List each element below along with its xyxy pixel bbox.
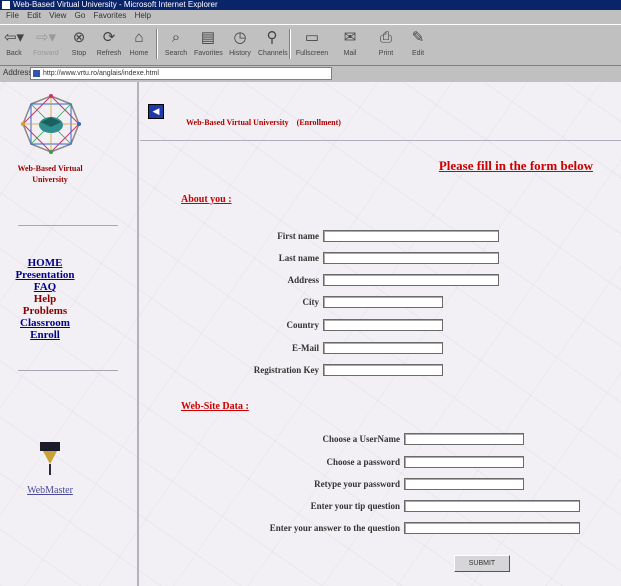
stop-icon: ⊗ — [72, 29, 86, 46]
edit-button[interactable]: ✎ Edit — [404, 28, 432, 57]
first-name-input[interactable] — [323, 230, 499, 242]
tip-question-label: Enter your tip question — [310, 501, 400, 511]
channels-button[interactable]: ⚲ Channels — [258, 28, 288, 57]
menu-file[interactable]: File — [6, 11, 19, 20]
country-input[interactable] — [323, 319, 443, 331]
page-title: Please fill in the form below — [438, 158, 593, 173]
about-section-title: About you : — [181, 194, 232, 205]
retype-password-input[interactable] — [404, 478, 524, 490]
retype-password-label: Retype your password — [314, 479, 400, 489]
address-field-label: Address — [287, 275, 319, 285]
window-title: Web-Based Virtual University - Microsoft… — [13, 0, 218, 9]
page-icon — [33, 70, 40, 77]
submit-button[interactable]: SUBMIT — [454, 555, 510, 572]
username-label: Choose a UserName — [322, 434, 400, 444]
history-button[interactable]: ◷ History — [226, 28, 254, 57]
window-title-bar: Web-Based Virtual University - Microsoft… — [0, 0, 621, 10]
nav-home-link[interactable]: HOME — [0, 257, 90, 269]
address-url: http://www.vrtu.ro/anglais/indexe.html — [43, 70, 159, 77]
address-label: Address — [3, 68, 33, 77]
first-name-label: First name — [277, 231, 319, 241]
home-icon: ⌂ — [134, 29, 144, 46]
stop-button[interactable]: ⊗ Stop — [65, 28, 93, 57]
last-name-input[interactable] — [323, 252, 499, 264]
mail-button[interactable]: ✉ Mail — [336, 28, 364, 57]
header-divider — [140, 140, 621, 141]
sidebar-divider — [18, 225, 118, 226]
tip-question-input[interactable] — [404, 500, 580, 512]
nav-presentation-link[interactable]: Presentation — [0, 269, 90, 281]
breadcrumb: Web-Based Virtual University (Enrollment… — [186, 118, 341, 127]
search-icon: ⌕ — [171, 29, 181, 46]
website-data-section-title: Web-Site Data : — [181, 401, 249, 412]
fullscreen-button[interactable]: ▭ Fullscreen — [294, 28, 330, 57]
menu-help[interactable]: Help — [135, 11, 151, 20]
forward-button[interactable]: ⇨▾ Forward — [32, 28, 60, 57]
password-input[interactable] — [404, 456, 524, 468]
sidebar-divider — [18, 370, 118, 371]
home-button[interactable]: ⌂ Home — [125, 28, 153, 57]
country-label: Country — [286, 320, 319, 330]
university-name: Web-Based Virtual University — [17, 164, 83, 184]
toolbar-separator — [289, 29, 291, 59]
favorites-icon: ▤ — [200, 29, 216, 46]
last-name-label: Last name — [278, 253, 319, 263]
edit-icon: ✎ — [411, 29, 425, 46]
mail-icon: ✉ — [343, 29, 357, 46]
nav-problems-item: Problems — [22, 305, 68, 317]
nav-help-item: Help — [33, 293, 57, 305]
registration-key-label: Registration Key — [253, 365, 319, 375]
channels-icon: ⚲ — [266, 29, 278, 46]
browser-viewport: Web-Based Virtual University HOME Presen… — [0, 82, 621, 586]
favorites-button[interactable]: ▤ Favorites — [194, 28, 223, 57]
sidebar-nav: HOME Presentation FAQ Help Problems Clas… — [0, 257, 90, 341]
toolbar: ⇦▾ Back ⇨▾ Forward ⊗ Stop ⟳ Refresh ⌂ Home ⌕ S… — [0, 24, 621, 66]
city-input[interactable] — [323, 296, 443, 308]
back-button[interactable]: ⇦▾ Back — [0, 28, 28, 57]
address-input-field[interactable] — [323, 274, 499, 286]
toolbar-separator — [156, 29, 158, 59]
print-button[interactable]: ⎙ Print — [372, 28, 400, 57]
nav-classroom-link[interactable]: Classroom — [0, 317, 90, 329]
email-label: E-Mail — [292, 343, 319, 353]
nav-enroll-link[interactable]: Enroll — [0, 329, 90, 341]
main-frame: ◀ Web-Based Virtual University (Enrollme… — [140, 82, 621, 586]
search-button[interactable]: ⌕ Search — [162, 28, 190, 57]
pen-icon — [40, 442, 60, 475]
menu-favorites[interactable]: Favorites — [94, 11, 127, 20]
email-input[interactable] — [323, 342, 443, 354]
refresh-icon: ⟳ — [102, 29, 116, 46]
refresh-button[interactable]: ⟳ Refresh — [95, 28, 123, 57]
sidebar-frame: Web-Based Virtual University HOME Presen… — [0, 82, 139, 586]
menu-view[interactable]: View — [49, 11, 66, 20]
registration-key-input[interactable] — [323, 364, 443, 376]
back-arrow-icon: ◀ — [152, 106, 160, 116]
menu-bar: File Edit View Go Favorites Help — [0, 11, 621, 23]
menu-go[interactable]: Go — [75, 11, 86, 20]
back-arrow-icon: ⇦▾ — [3, 29, 25, 46]
university-logo-icon — [21, 94, 81, 154]
forward-arrow-icon: ⇨▾ — [35, 29, 57, 46]
password-label: Choose a password — [326, 457, 400, 467]
menu-edit[interactable]: Edit — [27, 11, 41, 20]
back-nav-button[interactable]: ◀ — [148, 104, 164, 119]
address-input[interactable]: http://www.vrtu.ro/anglais/indexe.html — [30, 67, 332, 80]
print-icon: ⎙ — [379, 29, 392, 46]
address-bar: Address http://www.vrtu.ro/anglais/index… — [0, 66, 621, 80]
tip-answer-label: Enter your answer to the question — [269, 523, 400, 533]
webmaster-link[interactable]: WebMaster — [10, 485, 90, 496]
history-icon: ◷ — [233, 29, 247, 46]
city-label: City — [302, 297, 320, 307]
ie-window-icon — [2, 1, 10, 9]
username-input[interactable] — [404, 433, 524, 445]
tip-answer-input[interactable] — [404, 522, 580, 534]
nav-faq-link[interactable]: FAQ — [0, 281, 90, 293]
fullscreen-icon: ▭ — [304, 29, 320, 46]
